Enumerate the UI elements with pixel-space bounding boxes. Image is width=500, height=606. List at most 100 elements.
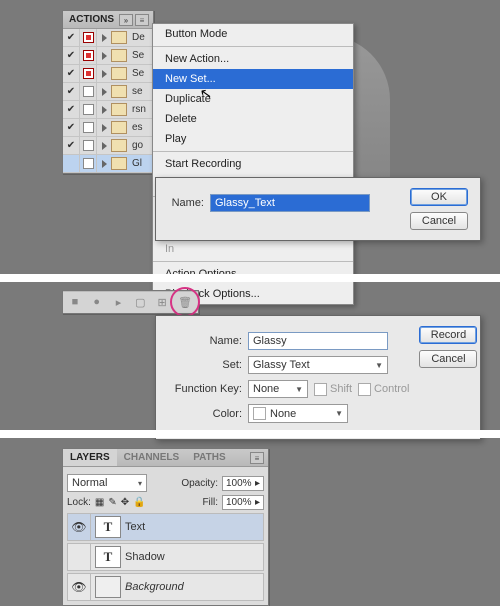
- actions-list: ✔De✔Se✔Se✔se✔rsn✔es✔goGl: [63, 29, 153, 173]
- action-row[interactable]: ✔ go: [63, 137, 153, 155]
- menu-item[interactable]: Delete: [153, 109, 353, 129]
- toggle-checkbox[interactable]: ✔: [63, 137, 80, 154]
- expand-icon[interactable]: [97, 70, 111, 78]
- dialog-toggle[interactable]: [80, 101, 97, 118]
- panel-collapse-icon[interactable]: »: [119, 14, 133, 26]
- name-label: Name:: [168, 335, 242, 347]
- set-label: Set:: [168, 359, 242, 371]
- shift-checkbox[interactable]: Shift: [314, 383, 352, 396]
- layer-name: Background: [125, 581, 184, 593]
- cancel-button[interactable]: Cancel: [410, 212, 468, 230]
- expand-icon[interactable]: [97, 142, 111, 150]
- panel-menu-icon[interactable]: ≡: [250, 452, 264, 464]
- lock-label: Lock:: [67, 497, 91, 508]
- actions-panel: ACTIONS » ≡ ✔De✔Se✔Se✔se✔rsn✔es✔goGl: [62, 10, 154, 174]
- action-row[interactable]: Gl: [63, 155, 153, 173]
- folder-icon: [111, 67, 127, 80]
- folder-icon: [111, 157, 127, 170]
- ok-button[interactable]: OK: [410, 188, 468, 206]
- action-label: Gl: [130, 158, 142, 169]
- expand-icon[interactable]: [97, 52, 111, 60]
- toggle-checkbox[interactable]: ✔: [63, 83, 80, 100]
- expand-icon[interactable]: [97, 106, 111, 114]
- menu-item[interactable]: New Action...: [153, 49, 353, 69]
- layer-row[interactable]: 👁TText: [67, 513, 264, 541]
- tab-paths[interactable]: PATHS: [186, 449, 232, 466]
- panel-menu-icon[interactable]: ≡: [135, 14, 149, 26]
- fill-input[interactable]: 100%▸: [222, 495, 264, 510]
- record-icon[interactable]: ●: [91, 295, 103, 309]
- dialog-toggle[interactable]: [80, 137, 97, 154]
- dialog-toggle[interactable]: [80, 83, 97, 100]
- set-name-input[interactable]: Glassy_Text: [210, 194, 370, 212]
- action-name-input[interactable]: Glassy: [248, 332, 388, 350]
- action-row[interactable]: ✔Se: [63, 47, 153, 65]
- lock-move-icon[interactable]: ✥: [121, 497, 129, 508]
- color-label: Color:: [168, 408, 242, 420]
- action-row[interactable]: ✔se: [63, 83, 153, 101]
- dialog-toggle[interactable]: [80, 119, 97, 136]
- toggle-checkbox[interactable]: ✔: [63, 29, 80, 46]
- action-row[interactable]: ✔es: [63, 119, 153, 137]
- dialog-toggle[interactable]: [80, 47, 97, 64]
- lock-brush-icon[interactable]: ✎: [108, 497, 116, 508]
- new-action-dialog: Name: Glassy Set: Glassy Text ▼ Function…: [155, 315, 481, 440]
- layer-row[interactable]: 👁 Background: [67, 573, 264, 601]
- menu-item[interactable]: Duplicate: [153, 89, 353, 109]
- toggle-checkbox[interactable]: ✔: [63, 47, 80, 64]
- visibility-icon[interactable]: [68, 544, 91, 570]
- color-combo[interactable]: None ▼: [248, 404, 348, 423]
- name-label: Name:: [168, 197, 204, 209]
- menu-item[interactable]: In: [153, 239, 353, 259]
- record-button[interactable]: Record: [419, 326, 477, 344]
- visibility-icon[interactable]: 👁: [68, 574, 91, 600]
- menu-item[interactable]: Play: [153, 129, 353, 149]
- stop-icon[interactable]: ■: [69, 295, 81, 309]
- dialog-toggle[interactable]: [80, 29, 97, 46]
- tab-channels[interactable]: CHANNELS: [117, 449, 187, 466]
- toggle-checkbox[interactable]: ✔: [63, 101, 80, 118]
- layer-row[interactable]: TShadow: [67, 543, 264, 571]
- expand-icon[interactable]: [97, 124, 111, 132]
- opacity-input[interactable]: 100%▸: [222, 476, 264, 491]
- action-label: De: [130, 32, 145, 43]
- menu-item[interactable]: New Set...: [153, 69, 353, 89]
- action-label: go: [130, 140, 143, 151]
- toggle-checkbox[interactable]: [63, 155, 80, 172]
- layer-name: Shadow: [125, 551, 165, 563]
- action-row[interactable]: ✔Se: [63, 65, 153, 83]
- folder-icon: [111, 49, 127, 62]
- lock-transparency-icon[interactable]: ▦: [95, 497, 104, 508]
- highlight-circle: [170, 287, 200, 317]
- expand-icon[interactable]: [97, 34, 111, 42]
- new-action-icon[interactable]: ⊞: [156, 295, 168, 309]
- layers-panel-header: LAYERSCHANNELSPATHS ≡: [63, 449, 268, 467]
- new-set-dialog: Name: Glassy_Text OK Cancel: [155, 177, 481, 241]
- function-key-label: Function Key:: [168, 383, 242, 395]
- new-set-icon[interactable]: ▢: [134, 295, 146, 309]
- expand-icon[interactable]: [97, 160, 111, 168]
- visibility-icon[interactable]: 👁: [68, 514, 91, 540]
- action-row[interactable]: ✔rsn: [63, 101, 153, 119]
- menu-item[interactable]: Start Recording: [153, 154, 353, 174]
- function-key-combo[interactable]: None ▼: [248, 380, 308, 398]
- menu-item[interactable]: Button Mode: [153, 24, 353, 44]
- set-combo-value: Glassy Text: [253, 359, 310, 371]
- layer-name: Text: [125, 521, 145, 533]
- blend-mode-combo[interactable]: Normal▾: [67, 474, 147, 492]
- chevron-down-icon: ▼: [375, 361, 383, 370]
- toggle-checkbox[interactable]: ✔: [63, 65, 80, 82]
- toggle-checkbox[interactable]: ✔: [63, 119, 80, 136]
- expand-icon[interactable]: [97, 88, 111, 96]
- tab-layers[interactable]: LAYERS: [63, 449, 117, 466]
- control-checkbox[interactable]: Control: [358, 383, 409, 396]
- dialog-toggle[interactable]: [80, 155, 97, 172]
- actions-title: ACTIONS: [69, 14, 114, 25]
- play-icon[interactable]: ▸: [113, 295, 125, 309]
- action-row[interactable]: ✔ De: [63, 29, 153, 47]
- lock-all-icon[interactable]: 🔒: [133, 497, 145, 508]
- dialog-toggle[interactable]: [80, 65, 97, 82]
- fn-combo-value: None: [253, 383, 279, 395]
- set-combo[interactable]: Glassy Text ▼: [248, 356, 388, 374]
- cancel-button[interactable]: Cancel: [419, 350, 477, 368]
